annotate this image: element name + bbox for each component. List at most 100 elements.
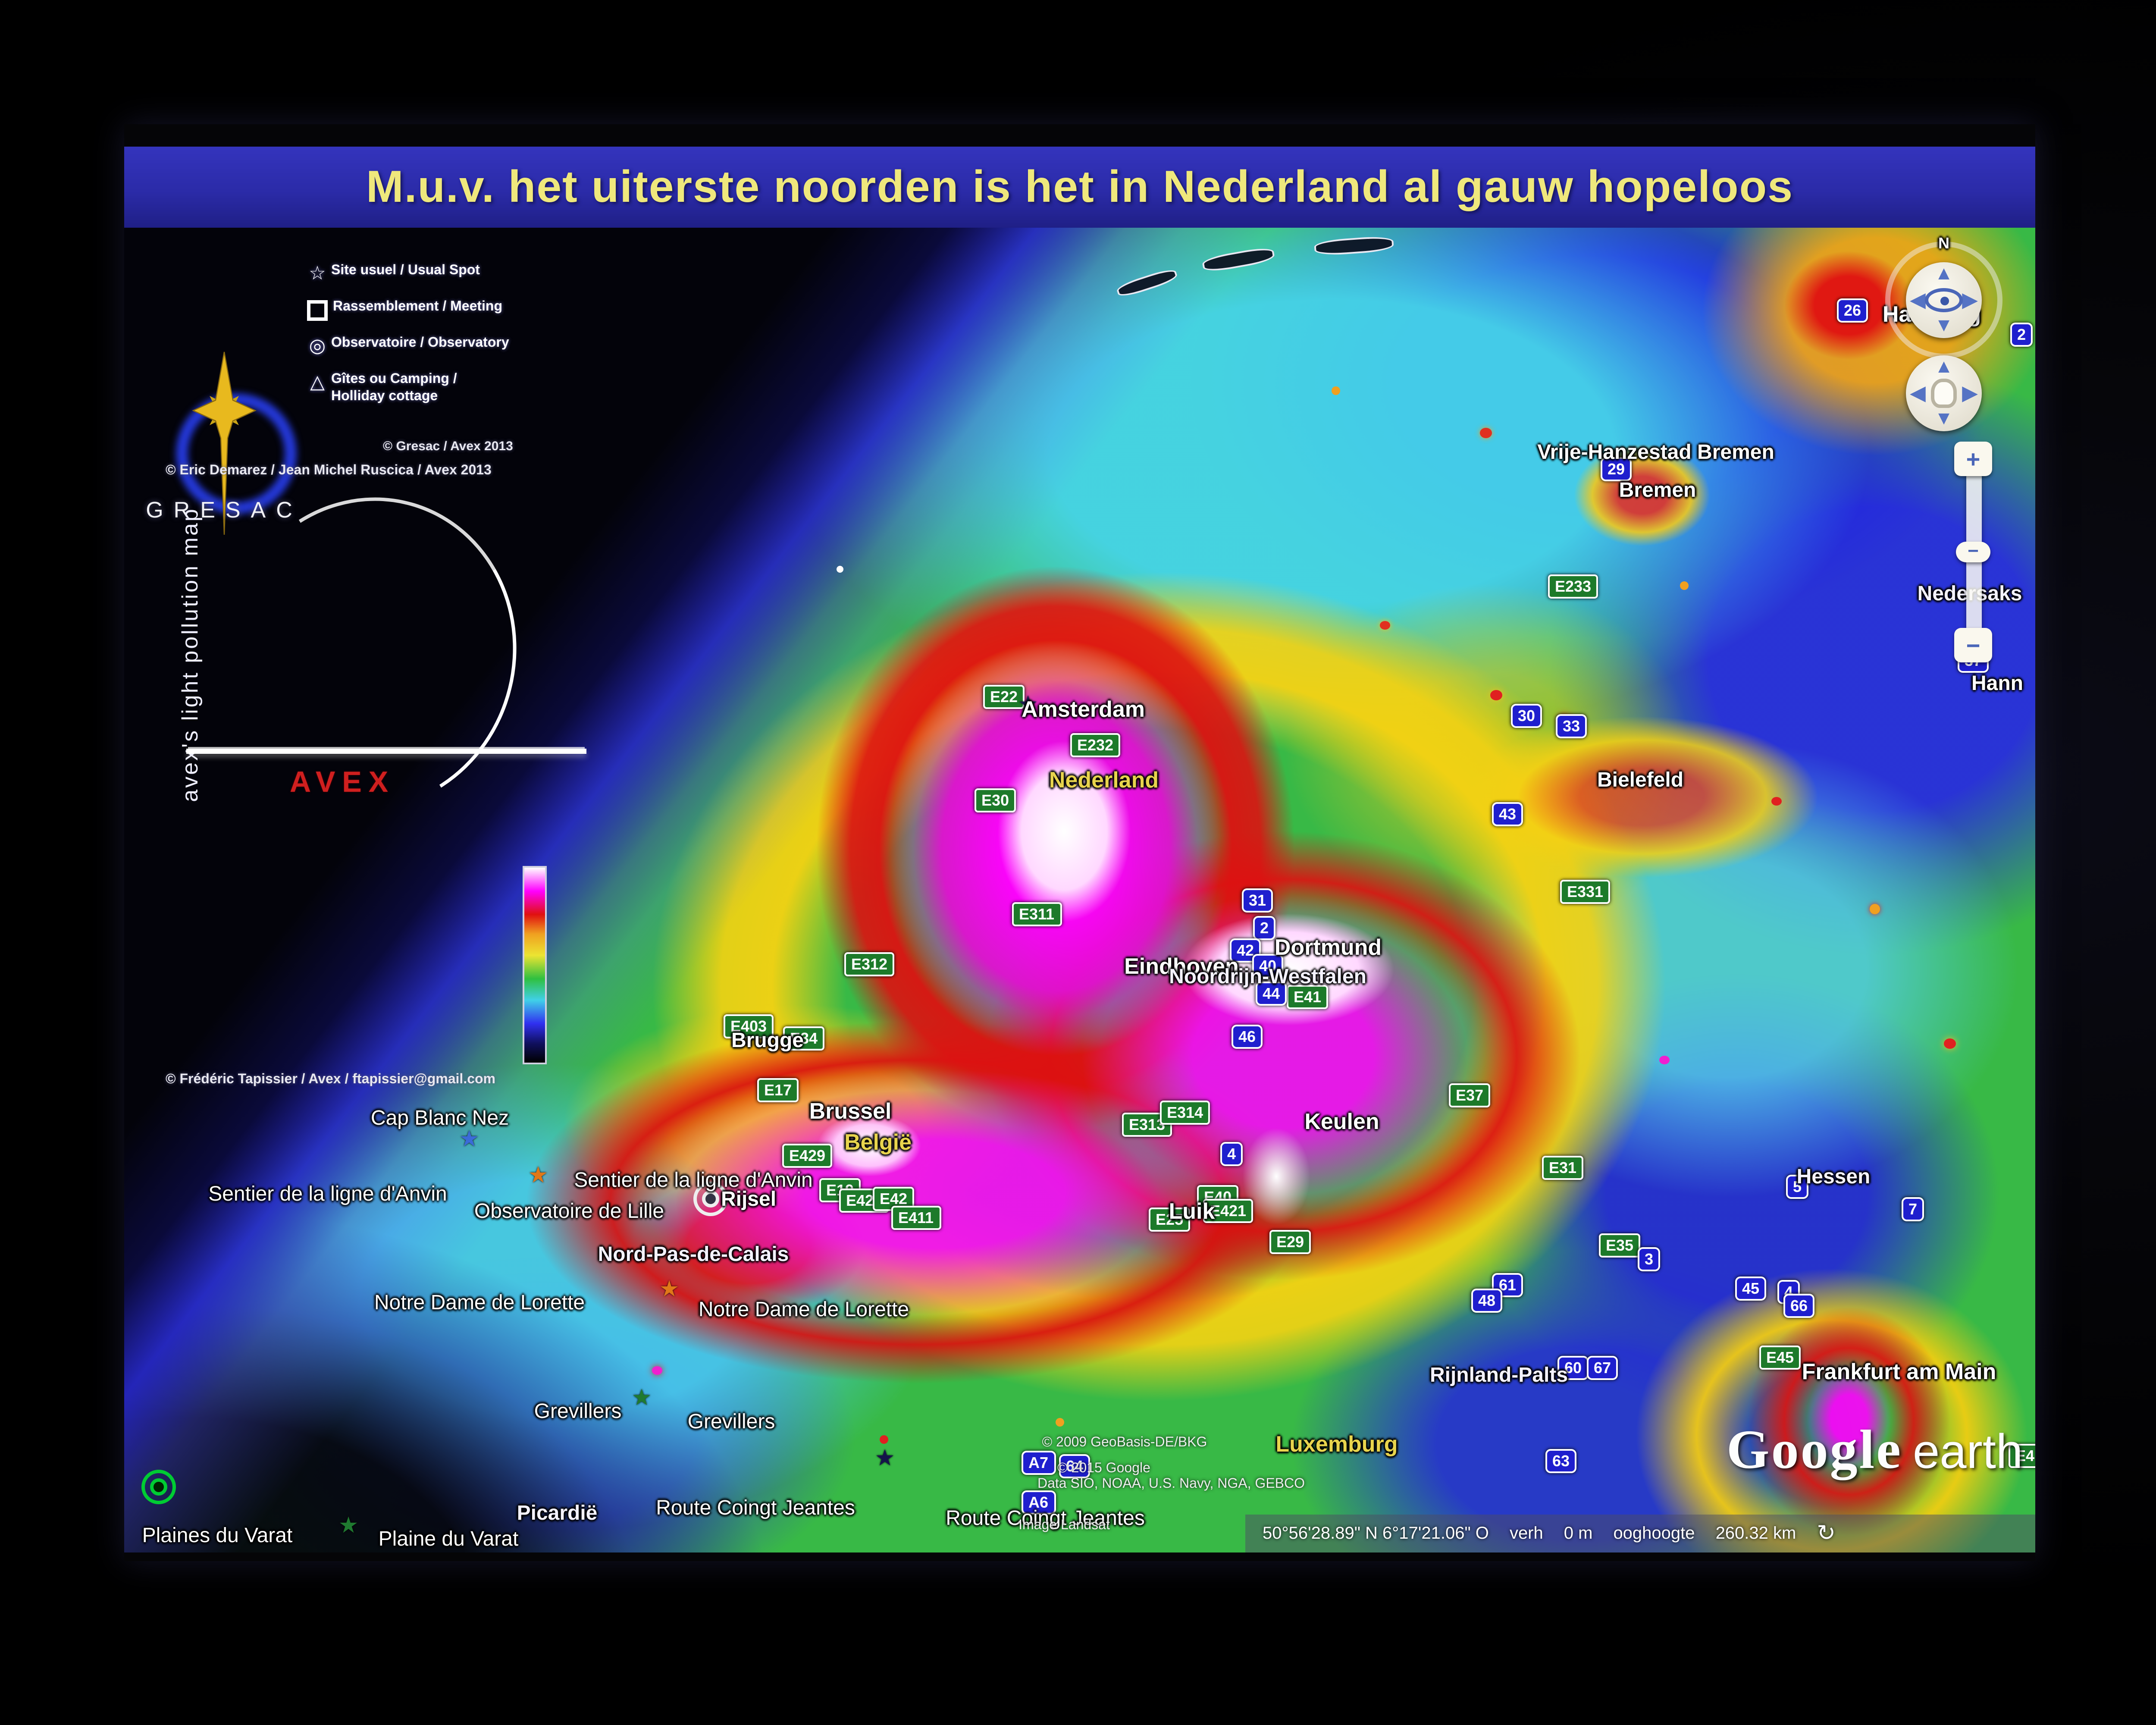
road-badge: 2 (1253, 916, 1275, 940)
slide-title-bar: M.u.v. het uiterste noorden is het in Ne… (124, 147, 2035, 228)
country-label: België (844, 1129, 912, 1155)
poi-label: Notre Dame de Lorette (699, 1297, 909, 1321)
map-light-dot (1332, 386, 1340, 395)
map-light-dot (1771, 797, 1782, 806)
photo-background: M.u.v. het uiterste noorden is het in Ne… (0, 0, 2156, 1725)
map-light-dot (1380, 621, 1390, 630)
look-joystick[interactable]: ▲ ▼ ◀ ▶ (1906, 262, 1982, 338)
stage: M.u.v. het uiterste noorden is het in Ne… (0, 0, 2156, 1725)
eroad-badge: E331 (1560, 880, 1610, 904)
road-badge: 63 (1545, 1449, 1576, 1473)
eroad-badge: E312 (844, 952, 894, 976)
region-label: Nord-Pas-de-Calais (598, 1242, 789, 1266)
road-badge: 48 (1471, 1289, 1502, 1313)
road-badge: 43 (1492, 802, 1523, 826)
map-credit: Data SIO, NOAA, U.S. Navy, NGA, GEBCO (1037, 1476, 1305, 1491)
map-light-dot (652, 1366, 662, 1375)
eroad-badge: E17 (757, 1078, 799, 1102)
usual-spot-star-icon: ★ (632, 1386, 652, 1408)
move-up-arrow-icon[interactable]: ▲ (1934, 357, 1953, 378)
zoom-handle-label: − (1968, 542, 1979, 562)
zoom-in-label: + (1966, 445, 1981, 473)
hand-icon (1931, 379, 1957, 408)
wadden-island (1314, 235, 1394, 257)
road-badge: 7 (1902, 1197, 1924, 1221)
status-bar: 50°56'28.89" N 6°17'21.06" O verh 0 m oo… (1245, 1515, 2035, 1552)
google-earth-watermark: Googleearth (1727, 1418, 2023, 1482)
move-left-arrow-icon[interactable]: ◀ (1911, 382, 1925, 405)
road-badge: A7 (1022, 1451, 1055, 1475)
projected-slide: M.u.v. het uiterste noorden is het in Ne… (124, 124, 2035, 1561)
wadden-island (1116, 267, 1179, 299)
look-down-arrow-icon[interactable]: ▼ (1934, 316, 1953, 336)
country-label: Luxemburg (1275, 1431, 1398, 1457)
map-light-dot (1870, 904, 1880, 914)
avex-panel: avex's light pollution map AVEX Blanc / … (124, 124, 590, 1561)
compass-north-label: N (1938, 235, 1949, 252)
tapissier-contact: © Frédéric Tapissier / Avex / ftapissier… (166, 1071, 495, 1087)
eroad-badge: E41 (1287, 985, 1328, 1009)
country-label: Nederland (1049, 767, 1159, 793)
road-badge: 30 (1511, 704, 1542, 728)
city-label: Luik (1169, 1198, 1215, 1224)
eroad-badge: E45 (1759, 1346, 1801, 1370)
eroad-badge: E311 (1012, 902, 1061, 926)
road-badge: 46 (1232, 1025, 1263, 1049)
road-badge: 3 (1638, 1247, 1660, 1271)
eroad-badge: E30 (975, 788, 1016, 812)
city-label: Keulen (1304, 1108, 1379, 1134)
city-label: Bielefeld (1597, 768, 1683, 792)
wadden-island (1201, 246, 1275, 274)
region-label: Hessen (1797, 1164, 1871, 1189)
google-watermark-text: Google (1727, 1418, 1902, 1480)
city-label: Vrije-Hanzestad Bremen (1537, 440, 1774, 464)
map-light-dot (1659, 1056, 1670, 1064)
slide-title: M.u.v. het uiterste noorden is het in Ne… (366, 160, 1793, 214)
zoom-slider-handle[interactable]: − (1956, 542, 1990, 562)
map-light-dot (1056, 1418, 1064, 1427)
look-up-arrow-icon[interactable]: ▲ (1934, 264, 1953, 285)
eroad-badge: E31 (1542, 1156, 1583, 1180)
city-label: Dortmund (1275, 934, 1382, 960)
city-label: Amsterdam (1022, 696, 1145, 722)
eroad-badge: E411 (891, 1206, 940, 1230)
status-altitude-value: 260.32 km (1716, 1524, 1796, 1543)
road-badge: 33 (1556, 714, 1587, 738)
road-badge: 45 (1735, 1276, 1766, 1301)
color-scale-bar (523, 866, 547, 1064)
eroad-badge: E232 (1070, 733, 1120, 757)
move-right-arrow-icon[interactable]: ▶ (1962, 382, 1977, 405)
road-badge: 4 (1220, 1142, 1243, 1166)
move-joystick[interactable]: ▲ ▼ ◀ ▶ (1906, 355, 1982, 431)
zoom-out-button[interactable]: − (1954, 628, 1992, 662)
eye-icon (1925, 288, 1963, 312)
city-label: Frankfurt am Main (1802, 1358, 1996, 1384)
map-light-dot (880, 1435, 888, 1444)
region-label: Rijnland-Palts (1430, 1363, 1568, 1387)
status-verh-label: verh (1510, 1524, 1543, 1543)
road-badge: 67 (1587, 1356, 1618, 1380)
map-light-dot (1944, 1038, 1956, 1049)
avex-vertical-label: avex's light pollution map (177, 482, 203, 827)
eroad-badge: E314 (1160, 1101, 1210, 1125)
look-left-arrow-icon[interactable]: ◀ (1911, 289, 1925, 311)
map-credit: © 2015 Google (1057, 1460, 1150, 1476)
map-light-dot (1680, 581, 1689, 590)
zoom-in-button[interactable]: + (1954, 442, 1992, 476)
horizon-line-graphic (186, 749, 586, 754)
look-right-arrow-icon[interactable]: ▶ (1962, 289, 1977, 311)
earth-watermark-text: earth (1913, 1425, 2023, 1478)
eroad-badge: E35 (1599, 1233, 1640, 1258)
map-light-dot (837, 566, 843, 573)
map-credit: Image Landsat (1018, 1517, 1110, 1533)
road-badge: 66 (1783, 1294, 1814, 1318)
map-light-dot (1490, 690, 1502, 700)
road-badge: 2 (2010, 323, 2033, 347)
poi-label: Sentier de la ligne d'Anvin (574, 1168, 813, 1192)
road-badge: 26 (1837, 298, 1868, 323)
move-down-arrow-icon[interactable]: ▼ (1934, 409, 1953, 430)
region-label: Noordrijn-Westfalen (1169, 964, 1366, 988)
status-verh-value: 0 m (1564, 1524, 1593, 1543)
zoom-out-label: − (1966, 631, 1981, 659)
usual-spot-star-icon: ★ (875, 1446, 895, 1469)
